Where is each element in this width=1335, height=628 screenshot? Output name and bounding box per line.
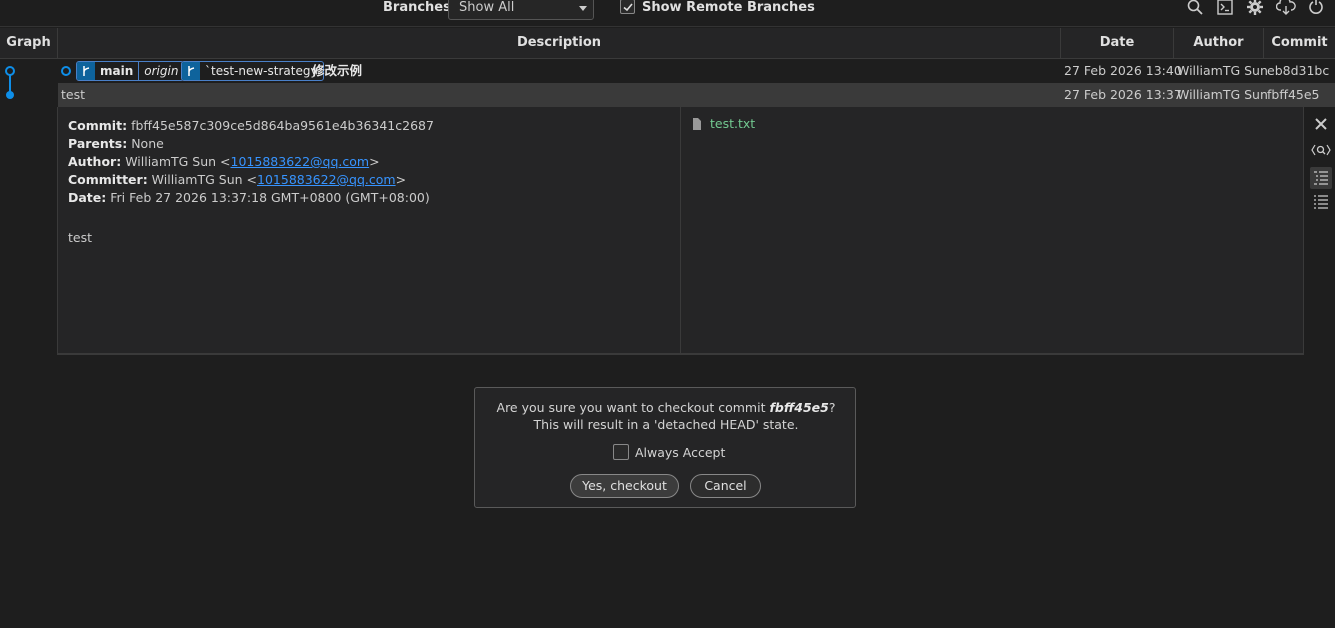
committer-email-link[interactable]: 1015883622@qq.com bbox=[257, 172, 396, 187]
branch-ref-main[interactable]: main origin bbox=[76, 61, 185, 81]
commit-table-header: Graph Description Date Author Commit bbox=[0, 28, 1335, 59]
always-accept-label: Always Accept bbox=[635, 444, 726, 460]
checkmark-icon bbox=[623, 3, 633, 12]
show-remote-branches-checkbox[interactable] bbox=[620, 0, 635, 14]
detail-parents-line: Parents: None bbox=[68, 136, 164, 151]
details-divider bbox=[680, 107, 681, 355]
commit-author: WilliamTG Sun bbox=[1177, 87, 1268, 102]
details-gutter bbox=[0, 107, 58, 355]
header-date[interactable]: Date bbox=[1061, 28, 1174, 59]
detail-author-line: Author: WilliamTG Sun <1015883622@qq.com… bbox=[68, 154, 380, 169]
commit-summary: Commit: fbff45e587c309ce5d864ba9561e4b36… bbox=[68, 117, 668, 247]
refresh-icon[interactable] bbox=[1307, 0, 1325, 16]
header-commit[interactable]: Commit bbox=[1264, 28, 1335, 59]
gear-icon[interactable] bbox=[1246, 0, 1264, 16]
table-row[interactable]: main origin `test-new-strategy 修改示例 27 F… bbox=[0, 59, 1335, 83]
branches-dropdown-value: Show All bbox=[459, 0, 515, 15]
commit-hash: eb8d31bc bbox=[1267, 63, 1330, 78]
branch-ref-test-new-strategy[interactable]: `test-new-strategy bbox=[181, 61, 324, 81]
graph-node[interactable] bbox=[6, 91, 14, 99]
commit-date: 27 Feb 2026 13:37 bbox=[1064, 87, 1182, 102]
cloud-fetch-icon[interactable] bbox=[1276, 0, 1296, 16]
commit-message: test bbox=[68, 230, 93, 245]
branch-ref-name: `test-new-strategy bbox=[205, 64, 318, 78]
commit-date: 27 Feb 2026 13:40 bbox=[1064, 63, 1182, 78]
list-view-icon[interactable] bbox=[1310, 191, 1332, 213]
header-description[interactable]: Description bbox=[58, 28, 1061, 59]
terminal-icon[interactable] bbox=[1216, 0, 1234, 16]
details-sidebar bbox=[1303, 107, 1335, 355]
yes-checkout-button[interactable]: Yes, checkout bbox=[570, 474, 679, 498]
checkout-confirm-dialog: Are you sure you want to checkout commit… bbox=[474, 387, 856, 508]
detail-date-line: Date: Fri Feb 27 2026 13:37:18 GMT+0800 … bbox=[68, 190, 430, 205]
find-icon[interactable] bbox=[1310, 139, 1332, 161]
head-marker-icon bbox=[61, 66, 71, 76]
commit-description: 修改示例 bbox=[312, 63, 363, 78]
dialog-commit-hash: fbff45e5 bbox=[769, 400, 829, 415]
commit-hash: fbff45e5 bbox=[1267, 87, 1320, 102]
detail-commit-line: Commit: fbff45e587c309ce5d864ba9561e4b36… bbox=[68, 118, 434, 133]
controls-bar: Branches: Show All Show Remote Branches bbox=[0, 0, 1335, 27]
branch-icon bbox=[182, 62, 200, 80]
commit-details-panel: Commit: fbff45e587c309ce5d864ba9561e4b36… bbox=[0, 107, 1335, 355]
close-icon[interactable] bbox=[1310, 113, 1332, 135]
detail-committer-line: Committer: WilliamTG Sun <1015883622@qq.… bbox=[68, 172, 407, 187]
always-accept-checkbox[interactable] bbox=[613, 444, 629, 460]
file-name: test.txt bbox=[710, 116, 756, 131]
caret-down-icon bbox=[579, 6, 587, 11]
branch-ref-name: main bbox=[100, 64, 134, 78]
branches-label: Branches: bbox=[383, 0, 457, 15]
file-list-item[interactable]: test.txt bbox=[692, 116, 755, 131]
commit-author: WilliamTG Sun bbox=[1177, 63, 1268, 78]
tree-view-icon[interactable] bbox=[1310, 167, 1332, 189]
header-author[interactable]: Author bbox=[1174, 28, 1264, 59]
header-graph[interactable]: Graph bbox=[0, 28, 58, 59]
always-accept-option[interactable]: Always Accept bbox=[613, 444, 725, 460]
search-icon[interactable] bbox=[1186, 0, 1204, 16]
branch-icon bbox=[77, 62, 95, 80]
commit-description: test bbox=[61, 87, 86, 102]
dialog-message: Are you sure you want to checkout commit… bbox=[496, 400, 836, 432]
table-row-selected[interactable]: test 27 Feb 2026 13:37 WilliamTG Sun fbf… bbox=[58, 83, 1335, 107]
show-remote-branches-label: Show Remote Branches bbox=[642, 0, 815, 15]
file-icon bbox=[693, 117, 701, 130]
cancel-button[interactable]: Cancel bbox=[690, 474, 761, 498]
author-email-link[interactable]: 1015883622@qq.com bbox=[231, 154, 370, 169]
remote-ref-name[interactable]: origin bbox=[138, 62, 183, 80]
branches-dropdown[interactable]: Show All bbox=[448, 0, 594, 20]
